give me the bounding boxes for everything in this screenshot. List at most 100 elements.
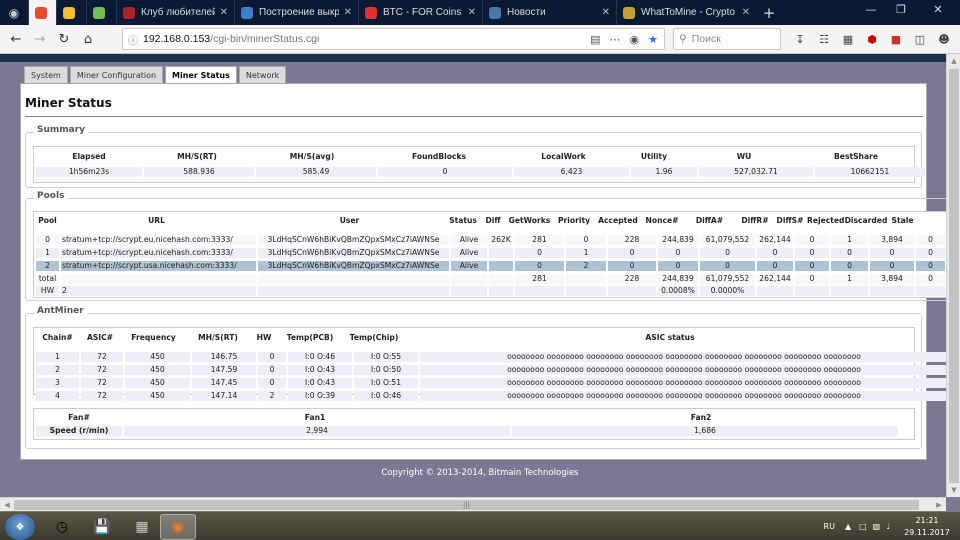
- table-cell: [258, 274, 449, 284]
- table-cell: [870, 286, 914, 296]
- pool-row: 0 stratum+tcp://scrypt.eu.nicehash.com:33…: [36, 235, 957, 245]
- table-cell: I:0 O:39: [288, 391, 352, 401]
- browser-tab[interactable]: Новости ✕: [482, 0, 616, 25]
- vertical-scrollbar[interactable]: ▲ ▼: [946, 54, 960, 497]
- browser-tab[interactable]: BTC - FOR Coins exchan ✕: [358, 0, 482, 25]
- vertical-scroll-thumb[interactable]: [949, 69, 959, 483]
- taskbar-app-save-icon[interactable]: 💾: [84, 514, 120, 540]
- summary-legend: Summary: [34, 125, 89, 135]
- browser-tab[interactable]: Построение выкройки ✕: [234, 0, 358, 25]
- table-cell: 1: [831, 274, 868, 284]
- table-cell: 228: [608, 274, 656, 284]
- start-button[interactable]: ❖: [5, 514, 35, 540]
- table-header: MH/S(RT): [198, 333, 238, 342]
- table-cell: [566, 286, 606, 296]
- tab-list-icon[interactable]: ◉: [0, 0, 28, 25]
- language-indicator[interactable]: RU: [824, 522, 835, 531]
- table-cell: 0: [258, 365, 286, 375]
- table-cell: I:0 O:43: [288, 378, 352, 388]
- browser-tab[interactable]: [28, 0, 56, 25]
- back-icon[interactable]: ←: [4, 27, 28, 51]
- chain-row: 2 72 450 147.59 0 I:0 O:43 I:0 O:50 oooooooo oo…: [36, 365, 948, 375]
- pool-row: 2 stratum+tcp://scrypt.usa.nicehash.com:3…: [36, 261, 957, 271]
- table-cell: [831, 286, 868, 296]
- tab-favicon-icon: [123, 6, 135, 19]
- table-cell: [258, 286, 449, 296]
- home-icon[interactable]: ⌂: [76, 27, 100, 51]
- table-cell: oooooooo oooooooo oooooooo oooooooo oooo…: [420, 391, 948, 401]
- browser-tab[interactable]: WhatToMine - Crypto c ✕: [616, 0, 756, 25]
- toolbar-icons: ↧ ☷ ▦ ⬢ ■ ◫ ☻ ☰: [790, 28, 960, 50]
- tab-miner-configuration[interactable]: Miner Configuration: [69, 66, 164, 83]
- reload-icon[interactable]: ↻: [52, 27, 76, 51]
- browser-tab[interactable]: [56, 0, 86, 25]
- sidebar-icon[interactable]: ◫: [910, 28, 930, 50]
- search-bar[interactable]: ⚲ Поиск: [673, 28, 781, 50]
- tab-network[interactable]: Network: [238, 66, 287, 83]
- browser-tab[interactable]: [86, 0, 116, 25]
- scroll-up-icon[interactable]: ▲: [947, 54, 960, 68]
- tab-close-icon[interactable]: ✕: [742, 7, 750, 18]
- browser-tab[interactable]: Клуб любителей шитья ✕: [116, 0, 234, 25]
- tray-arrow-icon[interactable]: ▲: [845, 522, 851, 531]
- scroll-down-icon[interactable]: ▼: [947, 483, 960, 497]
- table-cell: 0: [795, 274, 829, 284]
- taskbar-app-firefox-icon[interactable]: ◉: [160, 514, 196, 540]
- horizontal-scroll-thumb[interactable]: |||: [14, 500, 919, 510]
- close-icon[interactable]: ✕: [916, 0, 960, 18]
- summary-header-row: Elapsed MH/S(RT) MH/S(avg) FoundBlocks Local…: [36, 151, 911, 162]
- table-cell: 2: [566, 261, 606, 271]
- taskbar-app-clock-icon[interactable]: ◷: [44, 514, 80, 540]
- taskbar-app-calculator-icon[interactable]: ▦: [124, 514, 160, 540]
- table-cell: 281: [515, 274, 564, 284]
- chain-row: 1 72 450 146.75 0 I:0 O:46 I:0 O:55 oooooooo oo…: [36, 352, 948, 362]
- forward-icon[interactable]: →: [28, 27, 52, 51]
- fans-table: Fan# Fan1 Fan2 Speed (r/min) 2,994 1,686: [33, 408, 915, 440]
- extension-icon[interactable]: ▦: [838, 28, 858, 50]
- url-bar[interactable]: ⓘ 192.168.0.153/cgi-bin/minerStatus.cgi …: [122, 28, 665, 50]
- sync-icon[interactable]: ☻: [934, 28, 954, 50]
- maximize-icon[interactable]: ❐: [886, 0, 916, 18]
- antminer-fieldset: AntMiner Chain# ASIC# Frequency MH/S(RT) HW T…: [25, 306, 948, 449]
- clock[interactable]: 21:21 29.11.2017: [894, 515, 960, 539]
- tab-close-icon[interactable]: ✕: [602, 7, 610, 18]
- scroll-left-icon[interactable]: ◀: [0, 498, 14, 512]
- scroll-right-icon[interactable]: ▶: [932, 498, 946, 512]
- tab-close-icon[interactable]: ✕: [220, 7, 228, 18]
- table-header: Discarded: [844, 216, 888, 225]
- minimize-icon[interactable]: —: [856, 0, 886, 18]
- tab-system[interactable]: System: [24, 66, 68, 83]
- table-cell: 450: [125, 352, 190, 362]
- pocket-icon[interactable]: ◉: [630, 33, 640, 46]
- table-header: Rejected: [807, 216, 844, 225]
- table-cell: 72: [81, 378, 123, 388]
- site-info-icon[interactable]: ⓘ: [123, 32, 143, 47]
- volume-icon[interactable]: ♩: [886, 522, 890, 531]
- new-tab-icon[interactable]: +: [756, 0, 782, 25]
- reader-view-icon[interactable]: ▤: [590, 33, 600, 46]
- extension-red-icon[interactable]: ■: [886, 28, 906, 50]
- table-cell: [489, 286, 513, 296]
- table-header: Fan1: [304, 413, 326, 422]
- page-actions-icon[interactable]: ⋯: [610, 33, 621, 46]
- table-header: Pool: [38, 216, 57, 225]
- main-panel: Miner Status Summary Elapsed MH/S(RT) MH/S…: [20, 83, 957, 460]
- tab-close-icon[interactable]: ✕: [344, 7, 352, 18]
- library-icon[interactable]: ☷: [814, 28, 834, 50]
- table-cell: 0: [608, 248, 656, 258]
- table-cell: 0: [916, 274, 945, 284]
- tab-miner-status[interactable]: Miner Status: [165, 66, 237, 84]
- horizontal-scrollbar[interactable]: ◀ ||| ▶: [0, 497, 946, 511]
- table-cell: 244,839: [658, 235, 698, 245]
- table-cell: 0: [515, 248, 564, 258]
- downloads-icon[interactable]: ↧: [790, 28, 810, 50]
- tab-close-icon[interactable]: ✕: [468, 7, 476, 18]
- summary-table: Elapsed MH/S(RT) MH/S(avg) FoundBlocks Local…: [33, 146, 925, 183]
- action-center-icon[interactable]: □: [859, 522, 867, 531]
- network-icon[interactable]: ▧: [873, 522, 881, 531]
- table-header: [917, 215, 927, 226]
- adblock-icon[interactable]: ⬢: [862, 28, 882, 50]
- tab-favicon-icon: [63, 6, 75, 19]
- bookmark-star-icon[interactable]: ★: [648, 33, 658, 46]
- tab-title: WhatToMine - Crypto c: [641, 7, 737, 18]
